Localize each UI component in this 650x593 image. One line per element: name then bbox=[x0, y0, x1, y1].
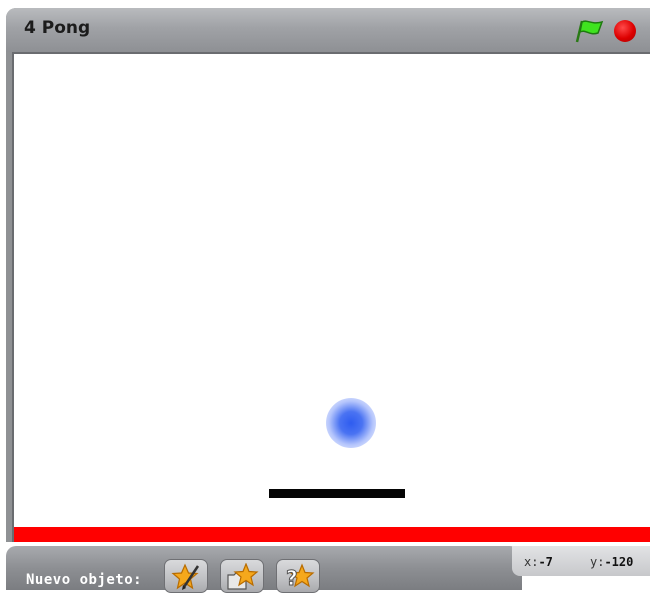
svg-text:?: ? bbox=[286, 566, 298, 590]
ball-sprite[interactable] bbox=[326, 398, 376, 448]
sprite-from-file-button[interactable] bbox=[220, 559, 264, 593]
surprise-sprite-button[interactable]: ? bbox=[276, 559, 320, 593]
sprite-toolbar: Nuevo objeto: ? x:-7 y:-120 bbox=[6, 542, 650, 593]
paddle-sprite[interactable] bbox=[269, 489, 405, 498]
mouse-y-value: -120 bbox=[604, 555, 634, 569]
mouse-x-value: -7 bbox=[538, 555, 553, 569]
paint-new-sprite-icon bbox=[171, 563, 200, 590]
mouse-coordinates: x:-7 y:-120 bbox=[512, 546, 650, 576]
mouse-y-label: y: bbox=[590, 555, 605, 569]
stage-canvas[interactable] bbox=[12, 52, 650, 542]
mouse-y-readout: y:-120 bbox=[590, 555, 633, 569]
project-title: 4 Pong bbox=[24, 18, 91, 38]
mouse-x-readout: x:-7 bbox=[524, 555, 553, 569]
stage-window: 4 Pong Nuevo objeto: ? x:-7 y:-120 bbox=[6, 8, 650, 593]
stop-sign-icon[interactable] bbox=[614, 20, 636, 42]
paint-new-sprite-button[interactable] bbox=[164, 559, 208, 593]
green-flag-icon[interactable] bbox=[574, 19, 604, 43]
bottom-boundary-line bbox=[14, 527, 650, 542]
sprite-from-file-icon bbox=[227, 563, 259, 590]
mouse-x-label: x: bbox=[524, 555, 539, 569]
new-sprite-panel: Nuevo objeto: ? bbox=[6, 546, 522, 593]
new-sprite-label: Nuevo objeto: bbox=[26, 572, 143, 588]
stage-titlebar: 4 Pong bbox=[6, 8, 650, 52]
surprise-sprite-icon: ? bbox=[286, 563, 315, 591]
